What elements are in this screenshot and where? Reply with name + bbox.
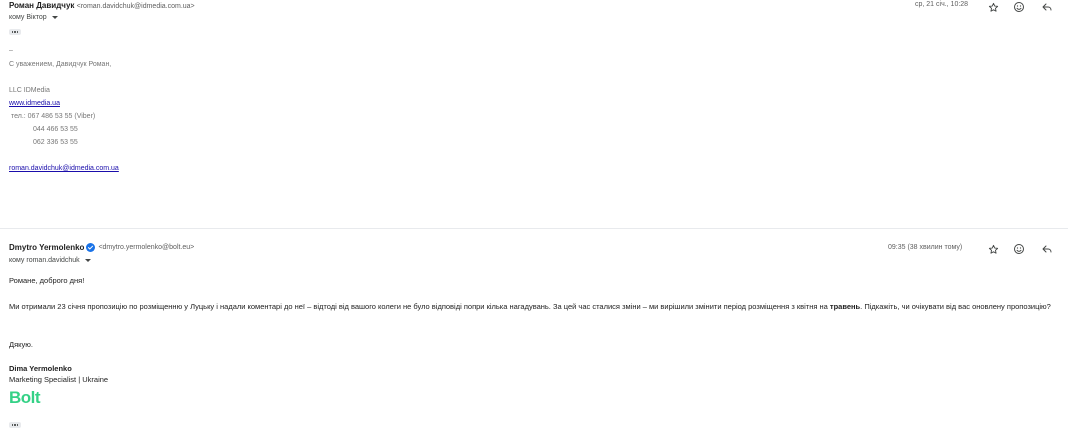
message-1-header: Роман Давидчук <roman.davidchuk@idmedia.… <box>9 1 195 10</box>
sender-email: <dmytro.yermolenko@bolt.eu> <box>98 244 195 251</box>
website-link[interactable]: www.idmedia.ua <box>9 100 60 107</box>
chevron-down-icon <box>84 259 91 262</box>
more-dots-icon[interactable] <box>9 422 21 428</box>
paragraph-bold: травень <box>829 302 861 311</box>
recipients-toggle[interactable]: кому Віктор <box>9 14 58 21</box>
emoji-icon[interactable] <box>1012 0 1026 14</box>
bolt-logo: Bolt <box>9 388 41 407</box>
chevron-down-icon <box>51 16 58 19</box>
sender-name[interactable]: Роман Давидчук <box>9 1 74 10</box>
reply-icon[interactable] <box>1040 0 1054 14</box>
signature-title: Marketing Specialist | Ukraine <box>9 375 109 384</box>
signature-phone-3: 062 336 53 55 <box>33 139 78 146</box>
recipients-label: кому Віктор <box>9 14 47 21</box>
signature-name: Dima Yermolenko <box>9 364 72 373</box>
message-2-header: Dmytro Yermolenko <dmytro.yermolenko@bol… <box>9 243 194 252</box>
message-date: 09:35 (38 хвилин тому) <box>888 244 963 251</box>
signature-phone-1: тел.: 067 486 53 55 (Viber) <box>9 113 96 120</box>
star-icon[interactable] <box>986 0 1000 14</box>
star-icon[interactable] <box>986 242 1000 256</box>
verified-icon <box>86 243 96 252</box>
recipients-label: кому roman.davidchuk <box>9 257 80 264</box>
sender-name[interactable]: Dmytro Yermolenko <box>9 243 84 252</box>
paragraph-text-2: . Підкажіть, чи очікувати від вас оновле… <box>860 302 1051 311</box>
emoji-icon[interactable] <box>1012 242 1026 256</box>
message-thanks: Дякую. <box>9 340 33 349</box>
message-greeting: Романе, доброго дня! <box>9 276 85 285</box>
message-divider <box>0 228 1068 229</box>
sender-email: <roman.davidchuk@idmedia.com.ua> <box>76 3 195 10</box>
email-link[interactable]: roman.davidchuk@idmedia.com.ua <box>9 165 119 172</box>
reply-icon[interactable] <box>1040 242 1054 256</box>
signature-company: LLC IDMedia <box>9 87 50 94</box>
more-dots-icon[interactable] <box>9 29 21 35</box>
paragraph-text-1: Ми отримали 23 січня пропозицію по розмі… <box>9 302 830 311</box>
signature-phone-2: 044 466 53 55 <box>33 126 78 133</box>
message-paragraph: Ми отримали 23 січня пропозицію по розмі… <box>9 301 1059 313</box>
recipients-toggle[interactable]: кому roman.davidchuk <box>9 257 91 264</box>
signature-regards: С уважением, Давидчук Роман, <box>9 61 112 68</box>
signature-dash: – <box>9 47 13 54</box>
message-date: ср, 21 січ., 10:28 <box>915 1 969 8</box>
